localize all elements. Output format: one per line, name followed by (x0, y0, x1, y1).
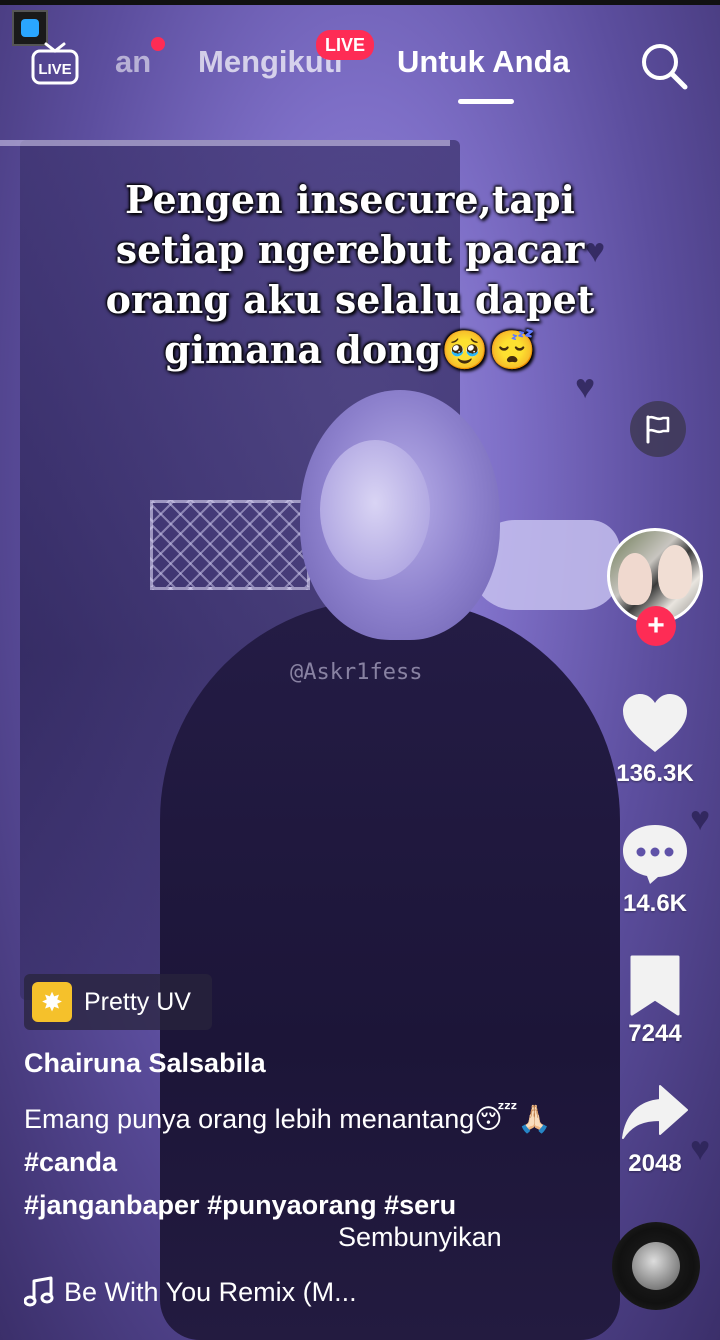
video-watermark: @Askr1fess (290, 660, 423, 685)
hashtag-link[interactable]: #punyaorang (207, 1190, 377, 1220)
bookmark-button[interactable] (620, 954, 690, 1018)
hashtag-link[interactable]: #canda (24, 1147, 117, 1177)
flag-icon (646, 415, 670, 444)
bookmark-count: 7244 (628, 1020, 682, 1047)
music-disc-button[interactable] (612, 1222, 700, 1310)
creator-username[interactable]: Chairuna Salsabila (24, 1048, 266, 1079)
comment-button[interactable] (620, 822, 690, 886)
person-face (320, 440, 430, 580)
video-text-line: Pengen insecure,tapi (125, 177, 575, 222)
like-button[interactable] (620, 692, 690, 756)
background-curtain-rod (0, 140, 450, 146)
video-text-overlay: Pengen insecure,tapi setiap ngerebut pac… (60, 175, 640, 375)
comment-bubble-icon (623, 825, 687, 884)
music-note-icon (24, 1276, 54, 1307)
hide-description-link[interactable]: Sembunyikan (338, 1222, 502, 1253)
decor-heart: ♥ (690, 800, 711, 838)
description-text: Emang punya orang lebih menantang😴🙏🏻 (24, 1104, 552, 1134)
comment-count: 14.6K (622, 890, 688, 917)
video-text-line: orang aku selalu dapet (105, 277, 595, 322)
live-badge: LIVE (316, 30, 375, 60)
post-description: Emang punya orang lebih menantang😴🙏🏻 #ca… (24, 1098, 584, 1227)
background-window-grill (150, 500, 310, 590)
hashtag-link[interactable]: #seru (384, 1190, 456, 1220)
search-button[interactable] (638, 40, 690, 92)
effect-sparkle-icon: ✸ (32, 982, 72, 1022)
video-text-line: gimana dong🥹😴 (163, 327, 537, 372)
report-button[interactable] (630, 401, 686, 457)
effect-label: Pretty UV (84, 987, 191, 1016)
status-strip (0, 0, 720, 5)
video-feed-screen[interactable]: ♥ ♥ ♥ ♥ Pengen insecure,tapi setiap nger… (0, 0, 720, 1340)
search-icon (642, 44, 688, 90)
share-button[interactable] (620, 1082, 690, 1146)
music-disc-cover (632, 1242, 680, 1290)
tv-live-icon: LIVE (31, 42, 79, 85)
heart-icon (623, 694, 687, 752)
active-tab-indicator (458, 99, 514, 104)
tab-for-you[interactable]: Untuk Anda (397, 44, 570, 80)
live-button[interactable]: LIVE (30, 40, 80, 86)
follow-button[interactable]: + (636, 606, 676, 646)
music-info[interactable]: Be With You Remix (M... (24, 1276, 357, 1308)
live-icon-label: LIVE (38, 61, 71, 78)
share-count: 2048 (628, 1150, 682, 1177)
effect-chip[interactable]: ✸ Pretty UV (24, 974, 212, 1030)
notification-dot (151, 37, 165, 51)
share-arrow-icon (622, 1085, 688, 1139)
tab-partial[interactable]: an (115, 44, 151, 80)
hashtag-link[interactable]: #janganbaper (24, 1190, 200, 1220)
bookmark-icon (630, 955, 680, 1016)
video-text-line: setiap ngerebut pacar (115, 227, 585, 272)
music-title: Be With You Remix (M... (64, 1276, 357, 1307)
like-count: 136.3K (616, 760, 694, 787)
